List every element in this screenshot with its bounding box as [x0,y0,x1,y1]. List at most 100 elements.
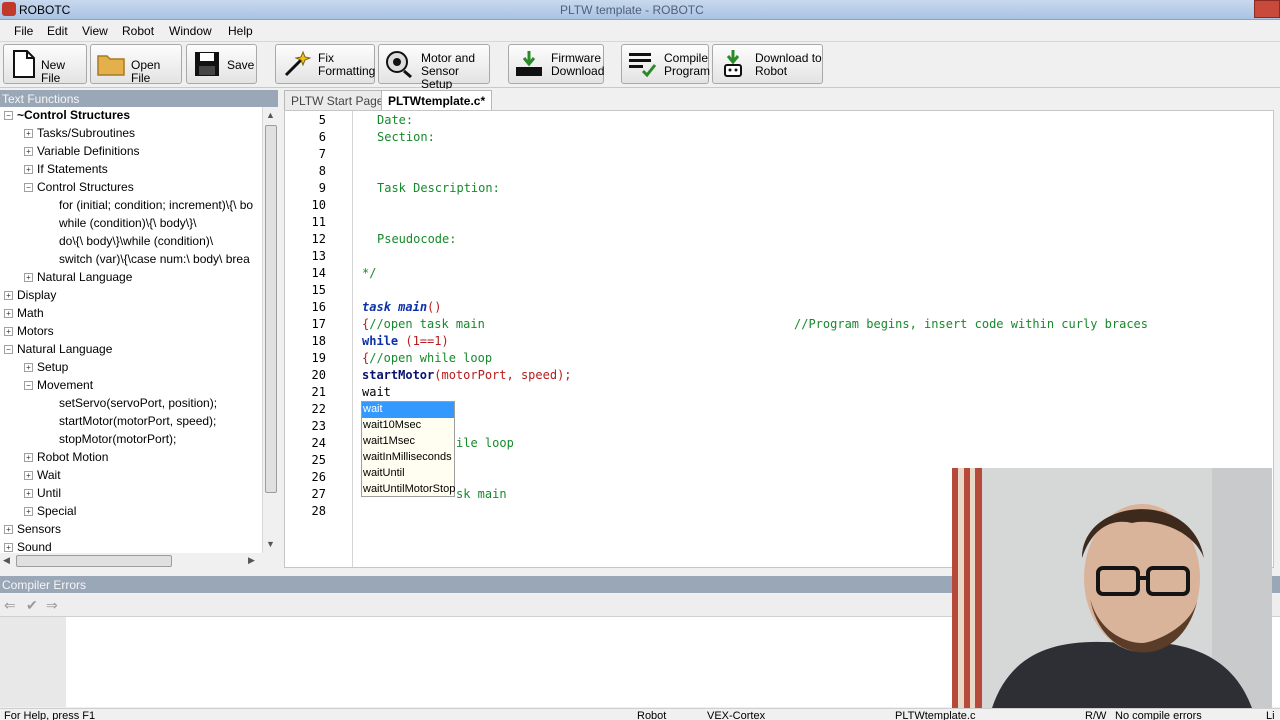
tree-horizontal-scrollbar[interactable]: ◀ ▶ [0,553,262,569]
tree-item-label: If Statements [37,162,108,176]
tree-vertical-scrollbar[interactable]: ▲ ▼ [262,107,278,553]
autocomplete-item[interactable]: waitUntilMotorStop [362,482,455,498]
collapse-icon[interactable]: − [24,183,33,193]
tree-item[interactable]: + Sensors [4,522,61,540]
expand-icon[interactable]: + [24,453,33,463]
tree-item[interactable]: startMotor(motorPort, speed); [46,414,216,432]
expand-icon[interactable]: + [24,165,33,175]
menu-view[interactable]: View [82,24,108,38]
tree-item-label: stopMotor(motorPort); [59,432,177,446]
line-number: 13 [311,249,326,263]
expand-icon[interactable]: + [24,507,33,517]
checkmark-icon[interactable]: ✔ [26,597,38,614]
code-line-24-tail: ile loop [456,436,514,450]
expand-icon[interactable]: + [4,309,13,319]
line-number: 15 [311,283,326,297]
tree-item[interactable]: + Natural Language [24,270,132,288]
tree-item[interactable]: − Natural Language [4,342,112,360]
code-line-17-comment: //Program begins, insert code within cur… [794,317,1149,331]
tree-item[interactable]: + Robot Motion [24,450,108,468]
tree-item[interactable]: while (condition)\{\ body\}\ [46,216,196,234]
save-button[interactable]: Save [186,44,257,84]
tree-item[interactable]: + Sound [4,540,52,553]
menu-window[interactable]: Window [169,24,212,38]
tree-item[interactable]: + Special [24,504,76,522]
tree-item[interactable]: + Display [4,288,56,306]
tree-item[interactable]: + Setup [24,360,68,378]
download-label-2: Robot [755,64,788,78]
expand-icon[interactable]: + [24,147,33,157]
tab-pltw-template[interactable]: PLTWtemplate.c* [381,90,493,110]
scroll-up-icon[interactable]: ▲ [266,110,275,120]
code-line-20: startMotor(motorPort, speed); [362,368,572,382]
scroll-down-icon[interactable]: ▼ [266,539,275,549]
collapse-icon[interactable]: − [24,381,33,391]
tree-item[interactable]: do\{\ body\}\while (condition)\ [46,234,213,252]
expand-icon[interactable]: + [24,129,33,139]
tree-item[interactable]: switch (var)\{\case num:\ body\ brea [46,252,250,270]
autocomplete-item[interactable]: waitInMilliseconds [362,450,454,466]
tree-item-label: Sound [17,540,52,553]
scroll-right-icon[interactable]: ▶ [248,555,255,566]
expand-icon[interactable]: + [4,543,13,553]
tree-item[interactable]: + Variable Definitions [24,144,140,162]
text-functions-header: Text Functions [0,90,278,107]
expand-icon[interactable]: + [4,291,13,301]
menu-file[interactable]: File [14,24,33,38]
motor-sensor-setup-button[interactable]: Motor and Sensor Setup [378,44,490,91]
tree-item[interactable]: + Motors [4,324,54,342]
expand-icon[interactable]: + [24,273,33,283]
collapse-icon[interactable]: − [4,345,13,355]
menu-help[interactable]: Help [228,24,253,38]
tree-item[interactable]: − ~Control Structures [4,108,130,126]
scroll-left-icon[interactable]: ◀ [3,555,10,566]
tree-item[interactable]: for (initial; condition; increment)\{\ b… [46,198,253,216]
line-number: 22 [311,402,326,416]
expand-icon[interactable]: + [24,489,33,499]
download-to-robot-button[interactable]: Download to Robot [712,44,823,84]
code-line-27-tail: sk main [456,487,507,501]
expand-icon[interactable]: + [24,471,33,481]
compiler-errors-margin [0,617,66,707]
collapse-icon[interactable]: − [4,111,13,121]
open-file-button[interactable]: Open File [90,44,182,85]
expand-icon[interactable]: + [4,525,13,535]
fix-formatting-button[interactable]: Fix Formatting [275,44,375,84]
expand-icon[interactable]: + [24,363,33,373]
line-number: 12 [311,232,326,246]
tree-item[interactable]: stopMotor(motorPort); [46,432,176,450]
tree-item[interactable]: + If Statements [24,162,108,180]
tab-pltw-start-page[interactable]: PLTW Start Page [284,90,391,110]
menu-edit[interactable]: Edit [47,24,68,38]
compile-program-button[interactable]: Compile Program [621,44,711,84]
line-number: 11 [311,215,326,229]
window-close-button[interactable] [1254,0,1280,18]
tree-item-label: Motors [17,324,54,338]
tree-item[interactable]: − Control Structures [24,180,134,198]
code-line-14: */ [362,266,377,280]
autocomplete-list[interactable]: wait wait10Msec wait1Msec waitInMillisecond… [361,401,455,497]
tree-item[interactable]: + Wait [24,468,61,486]
next-error-icon[interactable]: ⇒ [46,597,58,614]
tree-item[interactable]: + Tasks/Subroutines [24,126,135,144]
tree-horizontal-scroll-thumb[interactable] [16,555,172,567]
tree-item[interactable]: + Until [24,486,61,504]
new-file-button[interactable]: New File [3,44,87,85]
status-errors: No compile errors [1115,710,1202,720]
expand-icon[interactable]: + [4,327,13,337]
compile-label-2: Program [664,64,711,78]
autocomplete-item[interactable]: wait1Msec [362,434,454,450]
previous-error-icon[interactable]: ⇐ [4,597,16,614]
tree-item[interactable]: − Movement [24,378,93,396]
autocomplete-item[interactable]: waitUntil [362,466,454,482]
tree-item-label: Sensors [17,522,62,536]
fix-formatting-label-2: Formatting [318,64,376,78]
tree-item-label: setServo(servoPort, position); [59,396,218,410]
menu-robot[interactable]: Robot [122,24,154,38]
autocomplete-item[interactable]: wait10Msec [362,418,454,434]
tree-vertical-scroll-thumb[interactable] [265,125,277,493]
tree-item[interactable]: setServo(servoPort, position); [46,396,217,414]
tree-item[interactable]: + Math [4,306,44,324]
autocomplete-item[interactable]: wait [362,402,454,418]
firmware-download-button[interactable]: Firmware Download [508,44,604,84]
